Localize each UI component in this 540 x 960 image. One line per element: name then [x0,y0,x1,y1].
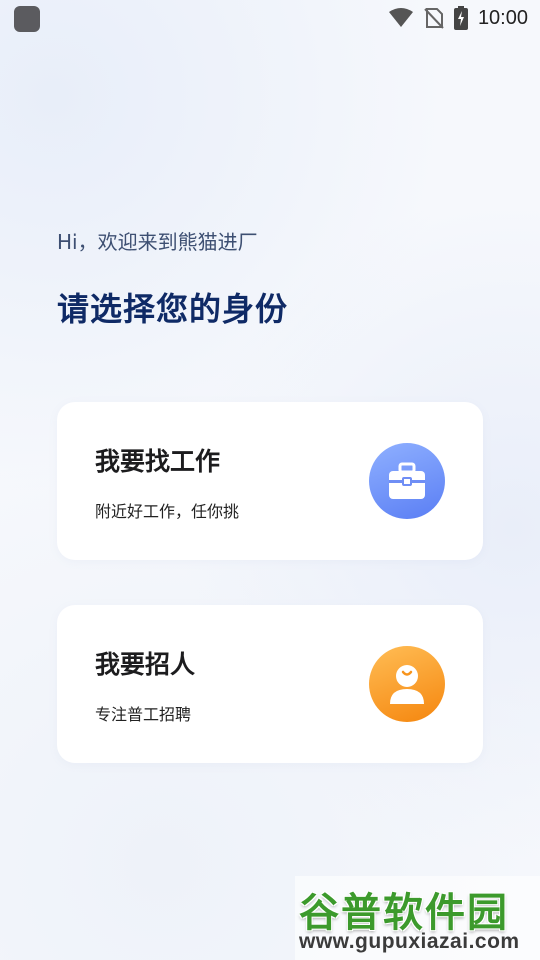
briefcase-icon [369,443,445,519]
job-seeker-option-title: 我要找工作 [95,447,221,476]
status-bar: 10:00 [0,0,540,36]
page-title: 请选择您的身份 [57,290,289,328]
employer-option-title: 我要招人 [95,650,196,679]
wifi-icon [388,7,414,29]
battery-charging-icon [453,6,468,30]
status-time: 10:00 [477,6,528,29]
greeting-text: Hi，欢迎来到熊猫进厂 [57,230,258,254]
status-indicators: 10:00 [388,0,528,36]
employer-option-card[interactable]: 我要招人 专注普工招聘 [57,605,483,763]
employer-option-subtitle: 专注普工招聘 [95,705,192,724]
watermark-url: www.gupuxiazai.com [299,930,520,953]
no-sim-icon [424,7,444,29]
job-seeker-option-card[interactable]: 我要找工作 附近好工作，任你挑 [57,402,483,560]
app-notification-icon [14,6,40,32]
user-icon [369,646,445,722]
watermark: 谷普软件园 www.gupuxiazai.com [295,876,540,960]
job-seeker-option-subtitle: 附近好工作，任你挑 [95,502,240,521]
